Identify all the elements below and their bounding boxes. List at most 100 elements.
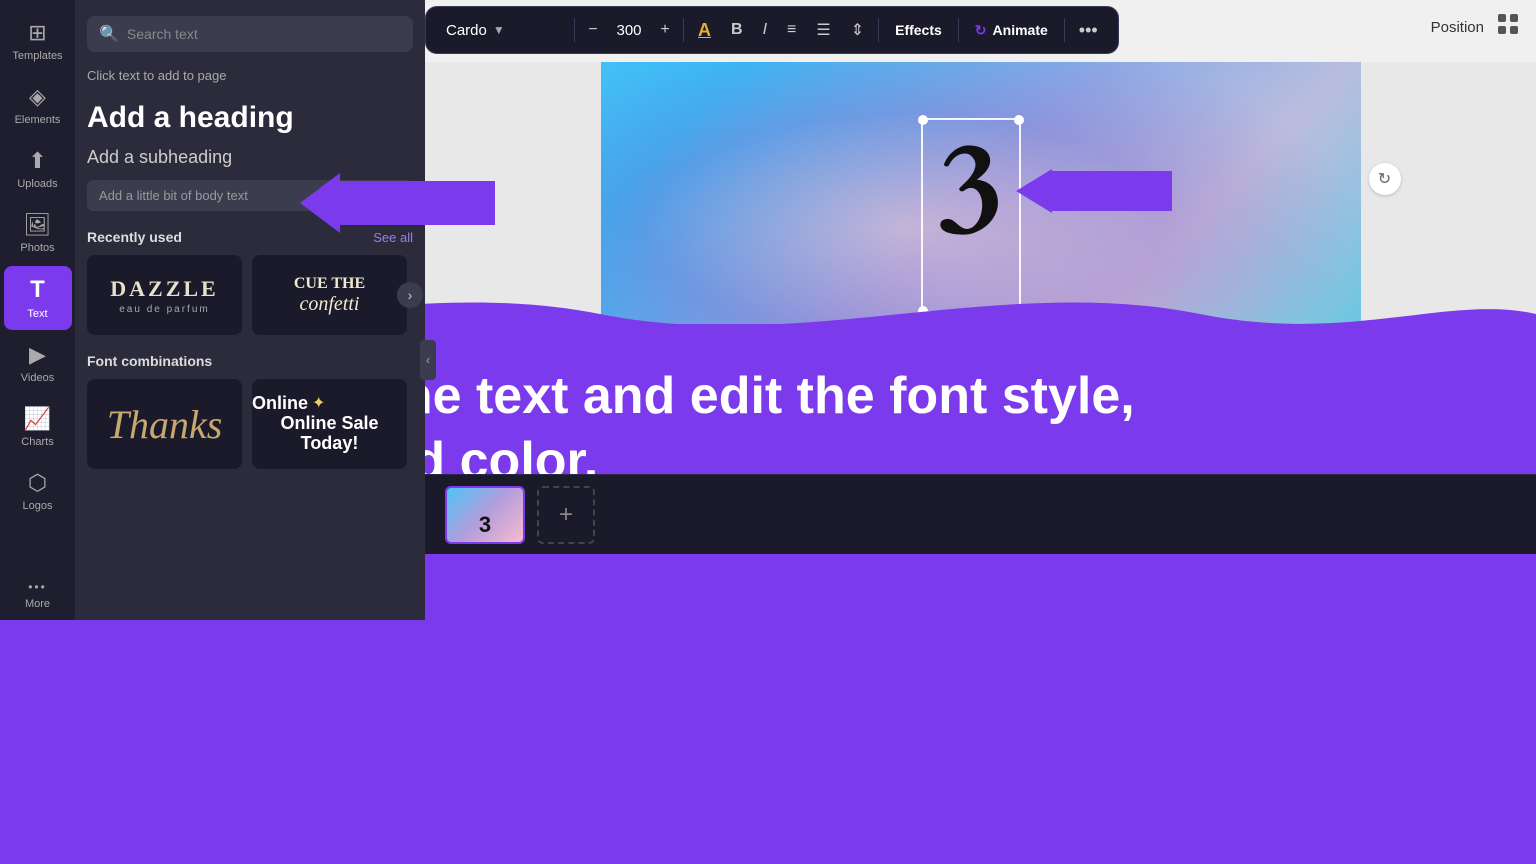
elements-icon: ◈	[29, 84, 46, 110]
sidebar-item-videos-label: Videos	[21, 372, 54, 384]
animate-button[interactable]: ↻ Animate	[965, 18, 1058, 43]
font-size-control: − +	[581, 18, 677, 42]
font-combinations-title: Font combinations	[87, 353, 413, 369]
font-selector[interactable]: Cardo ▼	[438, 18, 568, 43]
arrow-body	[1052, 171, 1172, 211]
text-color-button[interactable]: A	[690, 16, 719, 45]
star-icon: ✦	[312, 395, 325, 413]
charts-icon: 📈	[24, 406, 51, 432]
font-size-input[interactable]	[611, 22, 647, 39]
increase-size-button[interactable]: +	[653, 18, 677, 42]
sidebar-item-logos[interactable]: ⬡ Logos	[4, 460, 72, 522]
sidebar-item-uploads-label: Uploads	[17, 178, 57, 190]
photos-icon: 🖼	[24, 212, 52, 238]
refresh-button[interactable]: ↻	[1369, 163, 1401, 195]
italic-button[interactable]: I	[755, 17, 775, 43]
canvas-arrow	[1016, 169, 1172, 213]
sidebar-item-templates-label: Templates	[12, 50, 62, 62]
toolbar-divider-5	[1064, 18, 1065, 42]
sidebar-item-more-label: More	[25, 598, 50, 610]
slide-number: 3	[479, 512, 491, 538]
online-sale-preview: Online ✦ Online Sale Today!	[252, 394, 407, 453]
sidebar-item-more[interactable]: ••• More	[4, 570, 72, 620]
sidebar-item-uploads[interactable]: ⬆ Uploads	[4, 138, 72, 200]
add-heading-button[interactable]: Add a heading	[87, 95, 413, 141]
arrow-body-left	[340, 181, 495, 225]
list-button[interactable]: ☰	[808, 16, 838, 44]
spacing-icon: ⇕	[851, 20, 864, 40]
add-slide-button[interactable]: +	[537, 486, 595, 544]
animate-label: Animate	[993, 22, 1048, 38]
font-name: Cardo	[446, 22, 487, 39]
uploads-icon: ⬆	[28, 148, 46, 174]
more-button[interactable]: •••	[1071, 16, 1106, 45]
logos-icon: ⬡	[28, 470, 47, 496]
text-color-icon: A	[698, 20, 711, 41]
sidebar-item-photos-label: Photos	[20, 242, 54, 254]
sidebar-item-logos-label: Logos	[23, 500, 53, 512]
top-right-controls: Position	[1431, 12, 1520, 42]
recently-used-title: Recently used	[87, 229, 182, 245]
sidebar-item-charts-label: Charts	[21, 436, 53, 448]
grid-icon	[1496, 12, 1520, 36]
position-button[interactable]: Position	[1431, 19, 1484, 36]
toolbar: Cardo ▼ − + A B I ≡ ☰ ⇕ Effects ↻ Animat…	[425, 6, 1119, 54]
sidebar-item-photos[interactable]: 🖼 Photos	[4, 202, 72, 264]
sidebar-item-elements[interactable]: ◈ Elements	[4, 74, 72, 136]
search-bar[interactable]: 🔍	[87, 16, 413, 52]
text-icon: T	[30, 276, 45, 304]
bold-button[interactable]: B	[723, 17, 751, 43]
dazzle-preview: DAZZLE eau de parfum	[110, 276, 218, 315]
cue-preview: CUE THE confetti	[294, 275, 365, 316]
click-hint: Click text to add to page	[87, 68, 413, 83]
videos-icon: ▶	[29, 342, 46, 368]
thanks-text: Thanks	[107, 401, 223, 448]
animate-icon: ↻	[975, 22, 987, 39]
panel-arrow	[300, 173, 495, 233]
italic-icon: I	[763, 21, 767, 39]
toolbar-divider-3	[878, 18, 879, 42]
list-icon: ☰	[816, 20, 830, 40]
templates-icon: ⊞	[28, 20, 46, 46]
online-sale-font-combo[interactable]: Online ✦ Online Sale Today!	[252, 379, 407, 469]
slide-thumbnail-1[interactable]: 3	[445, 486, 525, 544]
cue-confetti: confetti	[294, 293, 365, 316]
dazzle-main-text: DAZZLE	[110, 276, 218, 302]
more-icon: •••	[28, 580, 47, 594]
align-button[interactable]: ≡	[779, 17, 804, 43]
panel-collapse-arrow[interactable]: ‹	[420, 340, 436, 380]
decrease-size-button[interactable]: −	[581, 18, 605, 42]
dazzle-font-card[interactable]: DAZZLE eau de parfum	[87, 255, 242, 335]
cue-font-card[interactable]: CUE THE confetti	[252, 255, 407, 335]
spacing-button[interactable]: ⇕	[843, 16, 872, 44]
sidebar-item-elements-label: Elements	[15, 114, 61, 126]
sidebar-item-text[interactable]: T Text	[4, 266, 72, 330]
arrow-head-left	[300, 173, 340, 233]
dazzle-sub-text: eau de parfum	[119, 304, 210, 315]
recently-used-previews: DAZZLE eau de parfum CUE THE confetti ›	[87, 255, 413, 335]
search-icon: 🔍	[99, 24, 119, 44]
bold-icon: B	[731, 21, 743, 39]
sidebar-item-templates[interactable]: ⊞ Templates	[4, 10, 72, 72]
toolbar-divider-1	[574, 18, 575, 42]
thanks-font-combo[interactable]: Thanks	[87, 379, 242, 469]
sidebar: ⊞ Templates ◈ Elements ⬆ Uploads 🖼 Photo…	[0, 0, 75, 620]
toolbar-divider-2	[683, 18, 684, 42]
toolbar-divider-4	[958, 18, 959, 42]
timeline: 3 +	[425, 474, 1536, 554]
sidebar-item-charts[interactable]: 📈 Charts	[4, 396, 72, 458]
text-content-3: 3	[921, 118, 1021, 258]
chevron-down-icon: ▼	[493, 23, 505, 37]
add-subheading-button[interactable]: Add a subheading	[87, 141, 413, 174]
next-font-arrow[interactable]: ›	[397, 282, 423, 308]
sidebar-item-videos[interactable]: ▶ Videos	[4, 332, 72, 394]
text-panel: 🔍 Click text to add to page Add a headin…	[75, 0, 425, 620]
sidebar-item-text-label: Text	[27, 308, 47, 320]
arrow-head	[1016, 169, 1052, 213]
cue-main: CUE THE	[294, 275, 365, 293]
align-icon: ≡	[787, 21, 796, 39]
search-input[interactable]	[127, 26, 401, 42]
grid-icon-button[interactable]	[1496, 12, 1520, 42]
font-combo-previews: Thanks Online ✦ Online Sale Today!	[87, 379, 413, 469]
effects-button[interactable]: Effects	[885, 18, 952, 42]
